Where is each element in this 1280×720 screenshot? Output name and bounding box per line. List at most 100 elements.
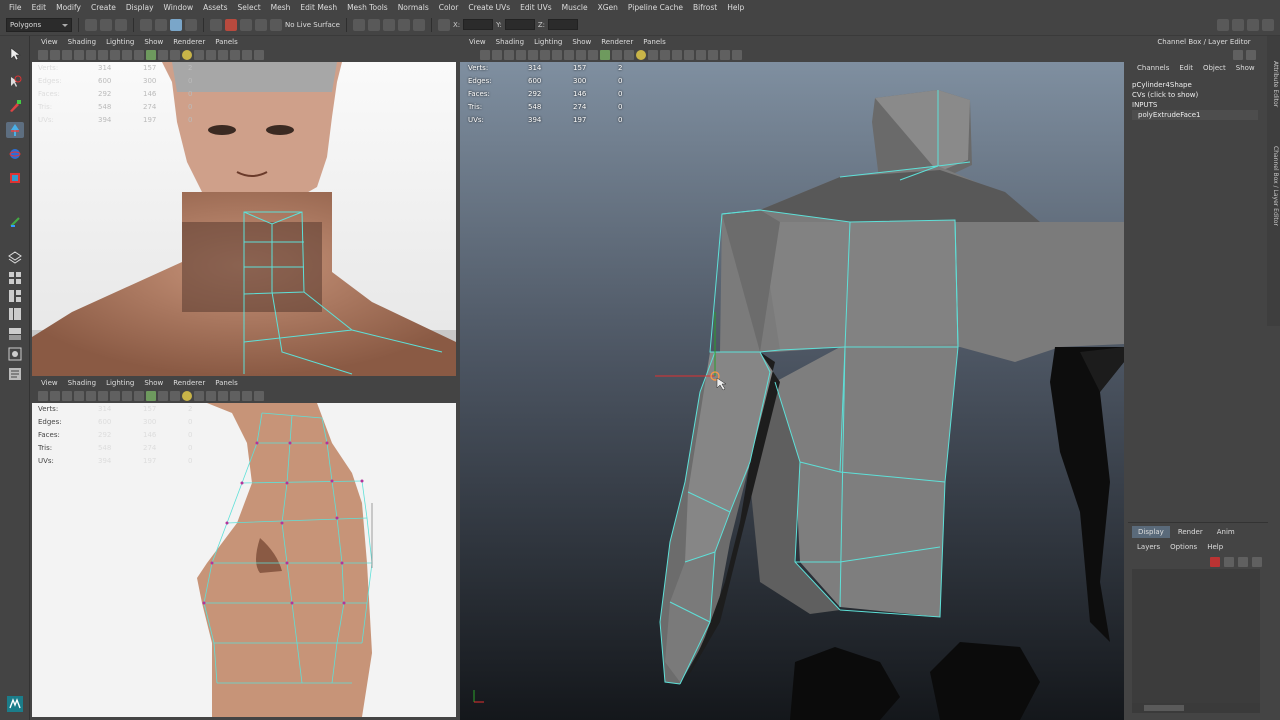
lasso-tool-icon[interactable] [6, 74, 24, 90]
isolate-select-icon[interactable] [696, 50, 706, 60]
universal-manipulator-icon[interactable] [6, 214, 24, 230]
move-tool-icon[interactable] [6, 122, 24, 138]
select-camera-icon[interactable] [38, 50, 48, 60]
image-plane-icon[interactable] [74, 50, 84, 60]
snap-grid-icon[interactable] [210, 18, 222, 31]
grid-icon[interactable] [86, 391, 96, 401]
layer-editor-icon[interactable] [1246, 50, 1256, 60]
image-plane-icon[interactable] [516, 50, 526, 60]
hypershade-icon[interactable] [412, 18, 425, 31]
shadows-icon[interactable] [182, 391, 192, 401]
hypershade-layout-icon[interactable] [6, 346, 24, 362]
make-live-icon[interactable] [270, 18, 282, 31]
film-gate-icon[interactable] [98, 50, 108, 60]
xray-icon[interactable] [242, 50, 252, 60]
layer-tab-render[interactable]: Render [1172, 526, 1209, 538]
snap-curve-icon[interactable] [225, 18, 237, 31]
bookmark-icon[interactable] [62, 391, 72, 401]
camera-attributes-icon[interactable] [50, 391, 60, 401]
render-settings-icon[interactable] [397, 18, 410, 31]
menu-edit-mesh[interactable]: Edit Mesh [295, 3, 342, 12]
layer-menu-options[interactable]: Options [1165, 543, 1202, 551]
motion-blur-icon[interactable] [206, 391, 216, 401]
menu-display[interactable]: Display [121, 3, 159, 12]
panel-menu-shading[interactable]: Shading [63, 379, 101, 387]
xray-joints-icon[interactable] [720, 50, 730, 60]
xray-components-icon[interactable] [732, 50, 742, 60]
menu-create-uvs[interactable]: Create UVs [463, 3, 515, 12]
side-viewport[interactable]: Verts: 314 157 2 Edges: 600 300 0 Faces: 292 146… [32, 403, 456, 717]
layer-scrollbar[interactable] [1132, 703, 1260, 713]
film-gate-icon[interactable] [98, 391, 108, 401]
panel-menu-shading[interactable]: Shading [491, 38, 529, 46]
shadows-icon[interactable] [182, 50, 192, 60]
render-frame-icon[interactable] [367, 18, 380, 31]
grid-icon[interactable] [528, 50, 538, 60]
outliner-layout-icon[interactable] [6, 306, 24, 322]
layer-menu-layers[interactable]: Layers [1132, 543, 1165, 551]
smooth-shade-icon[interactable] [588, 50, 598, 60]
cvs-toggle[interactable]: CVs (click to show) [1132, 90, 1258, 100]
bookmark-icon[interactable] [504, 50, 514, 60]
paint-select-tool-icon[interactable] [6, 98, 24, 114]
antialias-icon[interactable] [218, 50, 228, 60]
layer-menu-help[interactable]: Help [1202, 543, 1228, 551]
single-view-layout-icon[interactable] [6, 250, 24, 266]
xray-joints-icon[interactable] [254, 50, 264, 60]
menu-set-dropdown[interactable]: Polygons [6, 17, 72, 32]
three-view-layout-icon[interactable] [6, 288, 24, 304]
snap-point-icon[interactable] [240, 18, 252, 31]
menu-create[interactable]: Create [86, 3, 121, 12]
motion-blur-icon[interactable] [206, 50, 216, 60]
select-hierarchy-icon[interactable] [140, 18, 152, 31]
panel-menu-show[interactable]: Show [139, 379, 168, 387]
vertex-mode-icon[interactable] [185, 18, 197, 31]
menu-window[interactable]: Window [159, 3, 199, 12]
ambient-occlusion-icon[interactable] [648, 50, 658, 60]
z-field[interactable] [547, 19, 578, 30]
resolution-gate-icon[interactable] [110, 391, 120, 401]
panel-menu-lighting[interactable]: Lighting [529, 38, 567, 46]
snap-view-plane-icon[interactable] [255, 18, 267, 31]
attribute-editor-toggle-icon[interactable] [1232, 18, 1244, 31]
smooth-shade-icon[interactable] [134, 50, 144, 60]
isolate-select-icon[interactable] [230, 50, 240, 60]
panel-menu-panels[interactable]: Panels [638, 38, 671, 46]
menu-select[interactable]: Select [233, 3, 266, 12]
wireframe-icon[interactable] [576, 50, 586, 60]
camera-attributes-icon[interactable] [492, 50, 502, 60]
new-layer-selected-icon[interactable] [1252, 557, 1262, 567]
wireframe-icon[interactable] [122, 50, 132, 60]
select-camera-icon[interactable] [480, 50, 490, 60]
delete-layer-icon[interactable] [1210, 557, 1220, 567]
menu-edit[interactable]: Edit [27, 3, 52, 12]
channel-box-toggle-icon[interactable] [1262, 18, 1274, 31]
new-empty-layer-icon[interactable] [1238, 557, 1248, 567]
select-object-icon[interactable] [155, 18, 167, 31]
cb-menu-object[interactable]: Object [1198, 64, 1231, 72]
panel-menu-panels[interactable]: Panels [210, 38, 243, 46]
scrollbar-thumb[interactable] [1144, 705, 1184, 711]
four-view-layout-icon[interactable] [6, 270, 24, 286]
wireframe-on-shaded-icon[interactable] [146, 50, 156, 60]
smooth-shade-icon[interactable] [134, 391, 144, 401]
menu-color[interactable]: Color [434, 3, 464, 12]
menu-assets[interactable]: Assets [198, 3, 232, 12]
lights-icon[interactable] [170, 50, 180, 60]
antialias-icon[interactable] [218, 391, 228, 401]
perspective-viewport[interactable]: Verts: 314 157 2 Edges: 600 300 0 Faces: 292 146… [460, 62, 1124, 720]
channel-box-icon[interactable] [1233, 50, 1243, 60]
panel-menu-lighting[interactable]: Lighting [101, 38, 139, 46]
ipr-render-icon[interactable] [382, 18, 395, 31]
tool-settings-toggle-icon[interactable] [1247, 18, 1259, 31]
shape-node-label[interactable]: pCylinder4Shape [1132, 80, 1258, 90]
layer-list[interactable] [1132, 569, 1260, 709]
input-node-item[interactable]: polyExtrudeFace1 [1132, 110, 1258, 120]
menu-muscle[interactable]: Muscle [557, 3, 593, 12]
menu-edit-uvs[interactable]: Edit UVs [515, 3, 556, 12]
layer-tab-display[interactable]: Display [1132, 526, 1170, 538]
bookmark-icon[interactable] [62, 50, 72, 60]
image-plane-icon[interactable] [74, 391, 84, 401]
isolate-select-icon[interactable] [230, 391, 240, 401]
render-view-icon[interactable] [352, 18, 365, 31]
